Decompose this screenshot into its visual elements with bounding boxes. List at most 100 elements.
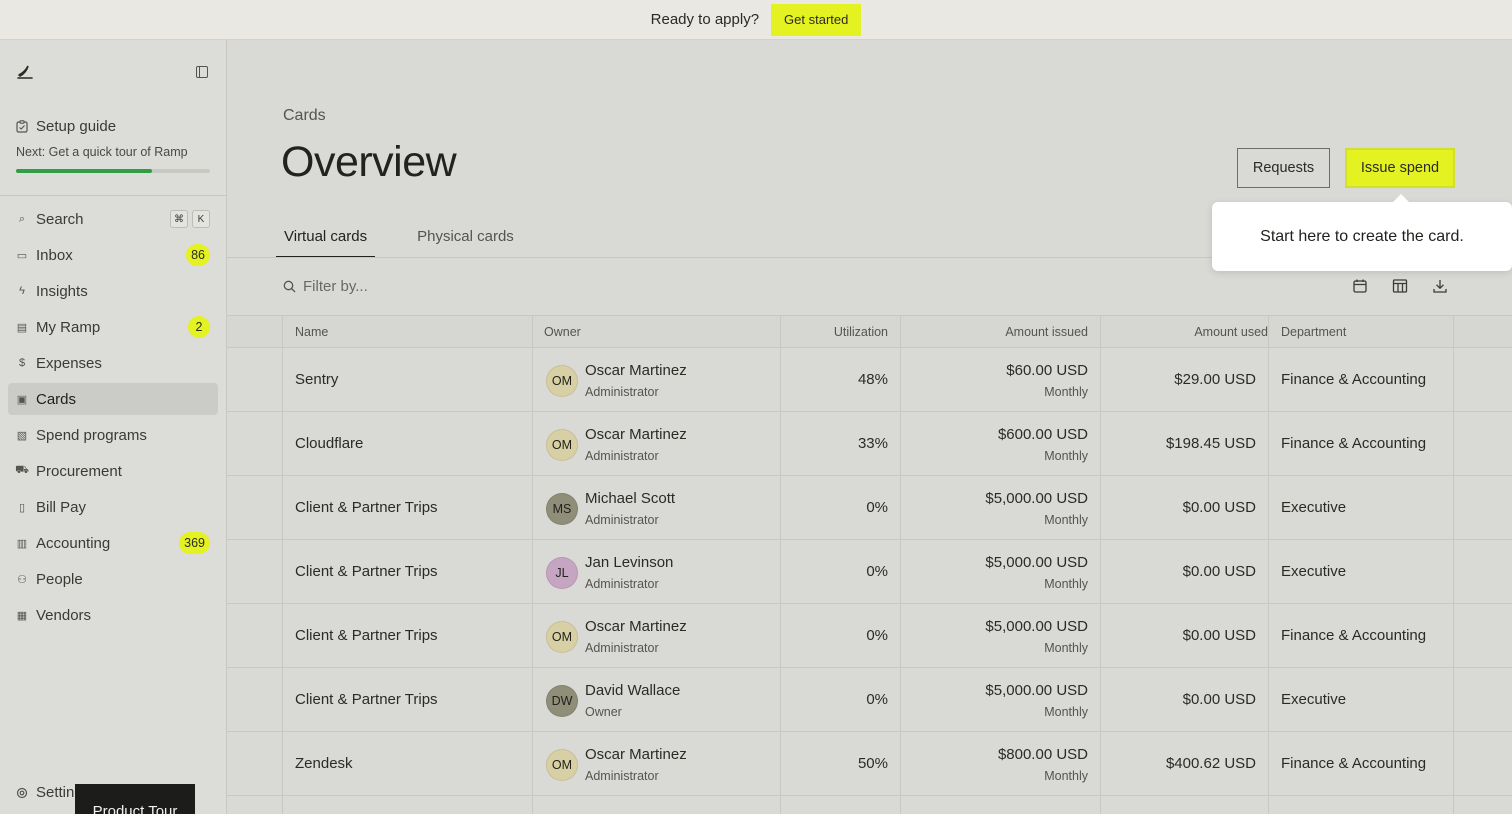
avatar: OM — [546, 749, 578, 781]
amount-used: $400.62 USD — [1165, 755, 1256, 772]
bolt-icon: ϟ — [19, 285, 25, 297]
sidebar-item-search[interactable]: ⌕ Search ⌘ K — [8, 203, 218, 235]
column-divider — [282, 315, 283, 814]
download-icon[interactable] — [1432, 278, 1448, 294]
card-name: Cloudflare — [295, 435, 364, 452]
sidebar-divider — [0, 195, 226, 196]
owner-name: Michael Scott — [585, 490, 676, 507]
utilization: 0% — [866, 627, 888, 644]
issue-spend-button[interactable]: Issue spend — [1345, 148, 1455, 188]
table-row[interactable]: OM Sentry Oscar Martinez Administrator 48% $6… — [227, 348, 1512, 412]
column-name[interactable]: Name — [295, 325, 328, 339]
card-name: Client & Partner Trips — [295, 499, 438, 516]
column-amount-used[interactable]: Amount used — [1194, 325, 1268, 339]
sidebar-item-bill-pay[interactable]: ▯ Bill Pay — [8, 491, 218, 523]
card-name: Sentry — [295, 371, 339, 388]
avatar: DW — [546, 685, 578, 717]
table-row[interactable]: MS Client & Partner Trips Michael Scott Adm… — [227, 476, 1512, 540]
top-banner: Ready to apply? Get started — [0, 0, 1512, 40]
product-tour-button[interactable]: Product Tour — [75, 784, 195, 814]
column-owner[interactable]: Owner — [544, 325, 581, 339]
amount-used: $0.00 USD — [1182, 563, 1256, 580]
sidebar-item-expenses[interactable]: $ Expenses — [8, 347, 218, 379]
requests-button[interactable]: Requests — [1237, 148, 1330, 188]
bill-icon: ▯ — [18, 501, 26, 514]
collapse-sidebar-icon[interactable] — [196, 66, 208, 78]
utilization: 33% — [857, 435, 888, 452]
owner-name: David Wallace — [585, 682, 681, 699]
sidebar-item-label: Search — [36, 210, 84, 228]
card-name: Client & Partner Trips — [295, 691, 438, 708]
utilization: 0% — [866, 563, 888, 580]
sidebar-item-spend-programs[interactable]: ▧ Spend programs — [8, 419, 218, 451]
cards-icon: ▣ — [16, 393, 28, 406]
owner-name: Jan Levinson — [585, 554, 674, 571]
amount-issued: $600.00 USD — [997, 426, 1088, 443]
shortcut-key: K — [192, 210, 210, 228]
department: Executive — [1281, 691, 1347, 708]
column-amount-issued[interactable]: Amount issued — [1005, 325, 1088, 339]
owner-role: Owner — [585, 705, 622, 719]
table-row[interactable]: OM Cloudflare Oscar Martinez Administrator 3… — [227, 412, 1512, 476]
main-content: Cards Overview Requests Issue spend Virt… — [227, 40, 1512, 814]
filter-input[interactable] — [303, 278, 503, 295]
sidebar-item-label: People — [36, 570, 83, 588]
setup-guide-label: Setup guide — [36, 118, 117, 135]
card-tabs: Virtual cards Physical cards — [276, 218, 556, 258]
sidebar-item-people[interactable]: ⚇ People — [8, 563, 218, 595]
column-divider — [780, 315, 781, 814]
issue-period: Monthly — [1044, 449, 1088, 463]
store-icon: ▦ — [16, 609, 28, 622]
table-row[interactable]: JL Client & Partner Trips Jan Levinson Admi… — [227, 540, 1512, 604]
sidebar-item-insights[interactable]: ϟ Insights — [8, 275, 218, 307]
table-row[interactable]: DW Client & Partner Trips David Wallace Own… — [227, 668, 1512, 732]
utilization: 48% — [857, 371, 888, 388]
sidebar-item-vendors[interactable]: ▦ Vendors — [8, 599, 218, 631]
get-started-button[interactable]: Get started — [771, 3, 862, 36]
tab-virtual-cards[interactable]: Virtual cards — [276, 218, 376, 258]
banner-text: Ready to apply? — [650, 11, 760, 28]
table-row[interactable]: OM Zendesk Oscar Martinez Administrator 50% $… — [227, 732, 1512, 796]
owner-role: Administrator — [585, 769, 659, 783]
search-shortcut: ⌘ K — [170, 210, 210, 228]
calendar-icon[interactable] — [1352, 278, 1368, 294]
amount-used: $0.00 USD — [1182, 691, 1256, 708]
ramp-logo-icon[interactable] — [16, 64, 34, 80]
tooltip-text: Start here to create the card. — [1260, 227, 1464, 245]
owner-name: Oscar Martinez — [585, 618, 687, 635]
sidebar: Setup guide Next: Get a quick tour of Ra… — [0, 40, 227, 814]
column-utilization[interactable]: Utilization — [834, 325, 888, 339]
setup-guide[interactable]: Setup guide Next: Get a quick tour of Ra… — [16, 118, 210, 173]
sidebar-item-label: Vendors — [36, 606, 92, 624]
avatar: OM — [546, 621, 578, 653]
department: Finance & Accounting — [1281, 755, 1427, 772]
column-divider — [1453, 315, 1454, 814]
tab-physical-cards[interactable]: Physical cards — [409, 218, 522, 258]
sidebar-item-inbox[interactable]: ▭ Inbox 86 — [8, 239, 218, 271]
owner-role: Administrator — [585, 385, 659, 399]
columns-icon[interactable] — [1392, 278, 1408, 294]
clipboard-icon — [16, 120, 28, 133]
column-department[interactable]: Department — [1281, 325, 1346, 339]
owner-name: Oscar Martinez — [585, 362, 687, 379]
issue-spend-tooltip: Start here to create the card. — [1212, 194, 1512, 271]
sidebar-item-my-ramp[interactable]: ▤ My Ramp 2 — [8, 311, 218, 343]
issue-period: Monthly — [1044, 513, 1088, 527]
setup-next-step: Next: Get a quick tour of Ramp — [16, 145, 188, 159]
column-divider — [900, 315, 901, 814]
table-row[interactable]: OM Client & Partner Trips Oscar Martinez Ad… — [227, 604, 1512, 668]
sidebar-item-cards[interactable]: ▣ Cards — [8, 383, 218, 415]
owner-role: Administrator — [585, 513, 659, 527]
sidebar-item-accounting[interactable]: ▥ Accounting 369 — [8, 527, 218, 559]
amount-issued: $800.00 USD — [997, 746, 1088, 763]
sidebar-item-procurement[interactable]: ⛟ Procurement — [8, 455, 218, 487]
utilization: 0% — [866, 499, 888, 516]
breadcrumb[interactable]: Cards — [283, 107, 326, 125]
amount-used: $0.00 USD — [1182, 627, 1256, 644]
cart-icon: ⛟ — [15, 464, 29, 476]
page-title: Overview — [281, 138, 457, 186]
issue-period: Monthly — [1044, 705, 1088, 719]
department: Finance & Accounting — [1281, 435, 1427, 452]
issue-period: Monthly — [1044, 577, 1088, 591]
issue-period: Monthly — [1044, 385, 1088, 399]
